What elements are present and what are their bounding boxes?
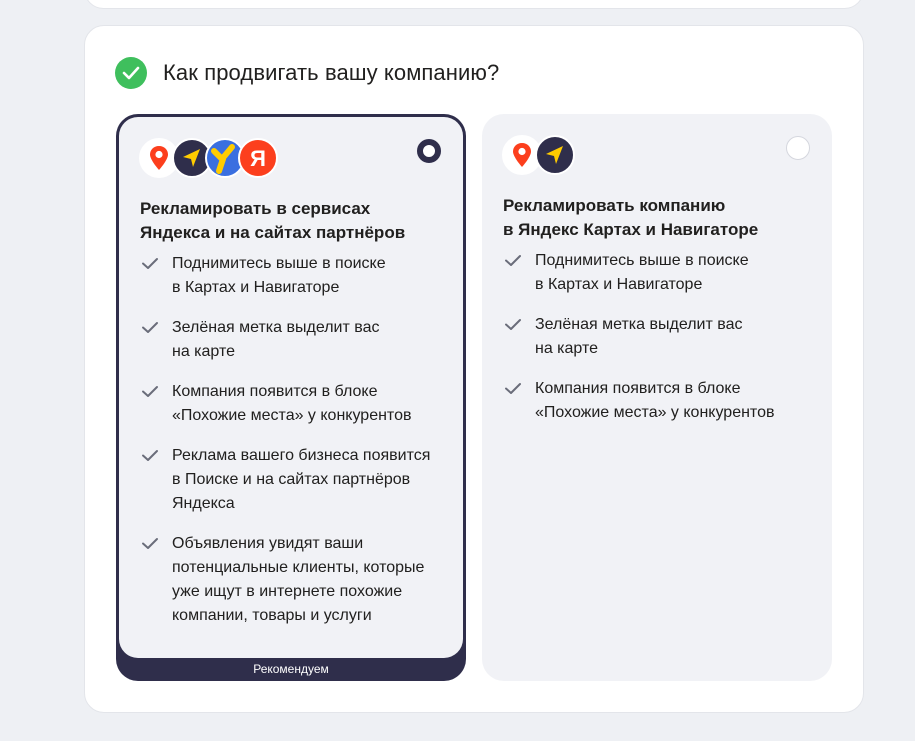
recommended-badge: Рекомендуем <box>253 662 329 676</box>
yandex-icon: Я <box>238 138 278 178</box>
option-radio-selected[interactable] <box>417 139 441 163</box>
section-header: Как продвигать вашу компанию? <box>115 57 499 89</box>
check-icon <box>505 383 521 394</box>
list-item: Компания появится в блоке «Похожие места… <box>140 380 450 428</box>
feature-text: Зелёная метка выделит вас на карте <box>172 319 380 360</box>
feature-text: Компания появится в блоке «Похожие места… <box>172 383 412 424</box>
option-title: Рекламировать в сервисах Яндекса и на са… <box>140 199 406 242</box>
feature-text: Объявления увидят ваши потенциальные кли… <box>172 535 425 624</box>
check-icon <box>142 322 158 333</box>
feature-text: Компания появится в блоке «Похожие места… <box>535 380 775 421</box>
feature-text: Поднимитесь выше в поиске в Картах и Нав… <box>535 252 749 293</box>
list-item: Компания появится в блоке «Похожие места… <box>503 377 813 425</box>
page-title: Как продвигать вашу компанию? <box>163 60 500 85</box>
completed-check-icon <box>115 57 147 89</box>
check-icon <box>142 538 158 549</box>
feature-list: Поднимитесь выше в поиске в Картах и Нав… <box>140 252 450 644</box>
check-icon <box>505 255 521 266</box>
previous-section-card <box>84 0 864 9</box>
feature-text: Поднимитесь выше в поиске в Картах и Нав… <box>172 255 386 296</box>
feature-list: Поднимитесь выше в поиске в Картах и Нав… <box>503 249 813 441</box>
feature-text: Зелёная метка выделит вас на карте <box>535 316 743 357</box>
option-title: Рекламировать компанию в Яндекс Картах и… <box>503 196 759 239</box>
svg-text:Я: Я <box>250 146 266 171</box>
check-icon <box>142 258 158 269</box>
list-item: Поднимитесь выше в поиске в Картах и Нав… <box>140 252 450 300</box>
list-item: Объявления увидят ваши потенциальные кли… <box>140 532 450 628</box>
check-icon <box>505 319 521 330</box>
check-icon <box>142 386 158 397</box>
list-item: Зелёная метка выделит вас на карте <box>503 313 813 361</box>
list-item: Реклама вашего бизнеса появится в Поиске… <box>140 444 450 516</box>
list-item: Зелёная метка выделит вас на карте <box>140 316 450 364</box>
list-item: Поднимитесь выше в поиске в Картах и Нав… <box>503 249 813 297</box>
option-radio-unselected[interactable] <box>786 136 810 160</box>
option-card-yandex-services[interactable]: Я Рекламировать в сервисах Яндекса и на … <box>116 114 466 681</box>
feature-text: Реклама вашего бизнеса появится в Поиске… <box>172 447 431 512</box>
yandex-navigator-icon <box>535 135 575 175</box>
check-icon <box>142 450 158 461</box>
option-card-maps-navigator[interactable]: Рекламировать компанию в Яндекс Картах и… <box>482 114 832 681</box>
promotion-section-card: Как продвигать вашу компанию? Я Рекламир… <box>84 25 864 713</box>
